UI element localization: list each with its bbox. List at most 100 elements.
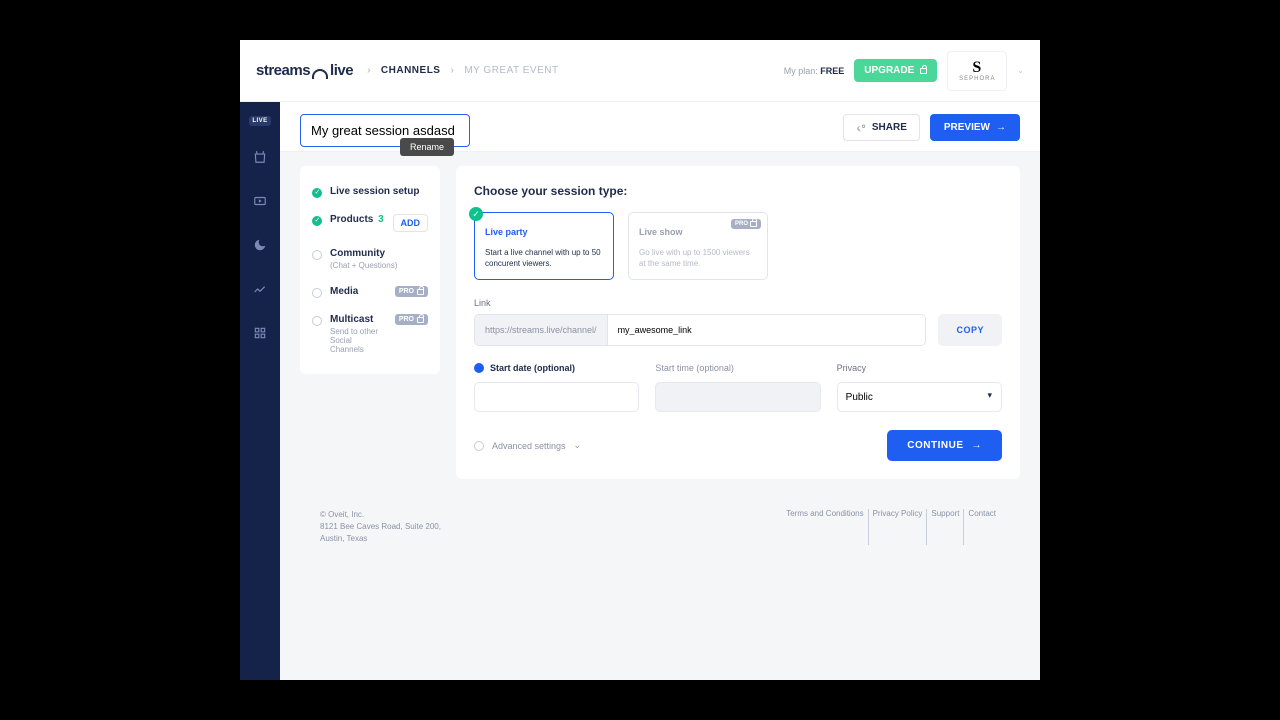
footer-link-terms[interactable]: Terms and Conditions	[782, 509, 868, 545]
share-label: SHARE	[872, 122, 907, 133]
privacy-select[interactable]: Public	[837, 382, 1002, 412]
rename-tooltip: Rename	[400, 138, 454, 156]
link-input-wrap: https://streams.live/channel/	[474, 314, 926, 346]
advanced-label: Advanced settings	[492, 441, 566, 451]
arrow-right-icon: →	[972, 440, 983, 451]
start-time-col: Start time (optional)	[655, 362, 820, 412]
upgrade-label: UPGRADE	[864, 65, 914, 76]
step-pending-icon	[312, 288, 322, 298]
gear-icon	[474, 441, 484, 451]
check-icon: ✓	[469, 207, 483, 221]
session-panel: Choose your session type: ✓ Live party S…	[456, 166, 1020, 479]
brand-selector[interactable]: S SEPHORA	[947, 51, 1007, 91]
step-media[interactable]: Media PRO	[310, 278, 430, 306]
step-community[interactable]: Community(Chat + Questions)	[310, 240, 430, 278]
copy-link-button[interactable]: COPY	[938, 314, 1002, 346]
step-pending-icon	[312, 316, 322, 326]
breadcrumb-channels[interactable]: CHANNELS	[381, 65, 441, 76]
pro-badge: PRO	[731, 219, 761, 229]
breadcrumb-event[interactable]: MY GREAT EVENT	[464, 65, 558, 76]
rail-grid-icon[interactable]	[247, 320, 273, 346]
step-multicast[interactable]: MulticastSend to other Social Channels P…	[310, 306, 430, 362]
topbar: streams live › CHANNELS › MY GREAT EVENT…	[240, 40, 1040, 102]
breadcrumb: › CHANNELS › MY GREAT EVENT	[367, 65, 559, 76]
step-label: Live session setup	[330, 186, 428, 197]
advanced-row: Advanced settings ⌄ CONTINUE →	[474, 430, 1002, 461]
lock-icon	[750, 221, 757, 227]
panel-heading: Choose your session type:	[474, 184, 1002, 198]
rail-analytics-icon[interactable]	[247, 276, 273, 302]
preview-label: PREVIEW	[944, 122, 990, 133]
session-type-live-show[interactable]: PRO Live show Go live with up to 1500 vi…	[628, 212, 768, 280]
lock-icon	[920, 68, 927, 74]
footer-link-contact[interactable]: Contact	[964, 509, 1000, 545]
start-date-col: Start date (optional)	[474, 362, 639, 412]
footer-link-support[interactable]: Support	[927, 509, 964, 545]
rail-moon-icon[interactable]	[247, 232, 273, 258]
start-time-label: Start time (optional)	[655, 362, 820, 374]
arrow-right-icon: →	[996, 122, 1006, 133]
link-input[interactable]	[608, 315, 926, 345]
share-button[interactable]: SHARE	[843, 114, 920, 141]
advanced-settings-toggle[interactable]: Advanced settings ⌄	[474, 440, 581, 451]
steps-panel: Live session setup Products 3 ADD Commun…	[300, 166, 440, 374]
footer-links: Terms and Conditions Privacy Policy Supp…	[782, 509, 1000, 545]
share-icon	[856, 123, 866, 133]
continue-button[interactable]: CONTINUE →	[887, 430, 1002, 461]
start-date-label[interactable]: Start date (optional)	[474, 362, 639, 374]
rail-live[interactable]: LIVE	[249, 116, 270, 126]
link-row: https://streams.live/channel/ COPY	[474, 314, 1002, 346]
upgrade-button[interactable]: UPGRADE	[854, 59, 937, 82]
rail-bag-icon[interactable]	[247, 144, 273, 170]
products-count: 3	[378, 214, 384, 225]
chevron-down-icon[interactable]: ⌄	[1017, 66, 1024, 75]
start-date-input[interactable]	[474, 382, 639, 412]
privacy-select-wrap: Public	[837, 382, 1002, 412]
step-sublabel: (Chat + Questions)	[330, 261, 428, 270]
subheader: Rename SHARE PREVIEW →	[280, 102, 1040, 152]
step-live-setup[interactable]: Live session setup	[310, 178, 430, 206]
logo-text-2: live	[330, 62, 353, 79]
privacy-label: Privacy	[837, 362, 1002, 374]
chevron-right-icon: ›	[450, 65, 454, 76]
step-label: Media	[330, 286, 387, 297]
plan-label: My plan:	[784, 66, 818, 76]
content: Rename SHARE PREVIEW →	[280, 102, 1040, 680]
step-done-icon	[312, 216, 322, 226]
step-products[interactable]: Products 3 ADD	[310, 206, 430, 240]
session-type-live-party[interactable]: ✓ Live party Start a live channel with u…	[474, 212, 614, 280]
step-label: Community(Chat + Questions)	[330, 248, 428, 270]
step-label: Products 3	[330, 214, 385, 225]
footer-link-privacy[interactable]: Privacy Policy	[869, 509, 928, 545]
continue-label: CONTINUE	[907, 440, 963, 451]
step-pending-icon	[312, 250, 322, 260]
footer-address: © Oveit, Inc. 8121 Bee Caves Road, Suite…	[320, 509, 441, 545]
app-frame: streams live › CHANNELS › MY GREAT EVENT…	[240, 40, 1040, 680]
brand-name: SEPHORA	[959, 76, 995, 82]
plan-indicator: My plan: FREE	[784, 66, 845, 76]
session-type-cards: ✓ Live party Start a live channel with u…	[474, 212, 1002, 280]
step-sublabel: Send to other Social Channels	[330, 327, 387, 354]
subheader-actions: SHARE PREVIEW →	[843, 114, 1020, 141]
footer: © Oveit, Inc. 8121 Bee Caves Road, Suite…	[280, 493, 1040, 561]
card-desc: Start a live channel with up to 50 concu…	[485, 247, 603, 269]
main-row: Live session setup Products 3 ADD Commun…	[280, 152, 1040, 493]
link-prefix: https://streams.live/channel/	[475, 315, 608, 345]
nav-rail: LIVE	[240, 102, 280, 680]
radio-selected-icon	[474, 363, 484, 373]
pro-badge: PRO	[395, 286, 428, 297]
link-label: Link	[474, 298, 1002, 308]
step-done-icon	[312, 188, 322, 198]
add-product-button[interactable]: ADD	[393, 214, 429, 232]
pro-badge: PRO	[395, 314, 428, 325]
rail-play-icon[interactable]	[247, 188, 273, 214]
preview-button[interactable]: PREVIEW →	[930, 114, 1020, 141]
logo[interactable]: streams live	[256, 62, 353, 79]
start-time-input[interactable]	[655, 382, 820, 412]
lock-icon	[417, 317, 424, 323]
logo-arc-icon	[312, 69, 328, 79]
chevron-down-icon: ⌄	[574, 440, 582, 451]
options-row: Start date (optional) Start time (option…	[474, 362, 1002, 412]
card-title: Live party	[485, 227, 603, 237]
privacy-col: Privacy Public	[837, 362, 1002, 412]
